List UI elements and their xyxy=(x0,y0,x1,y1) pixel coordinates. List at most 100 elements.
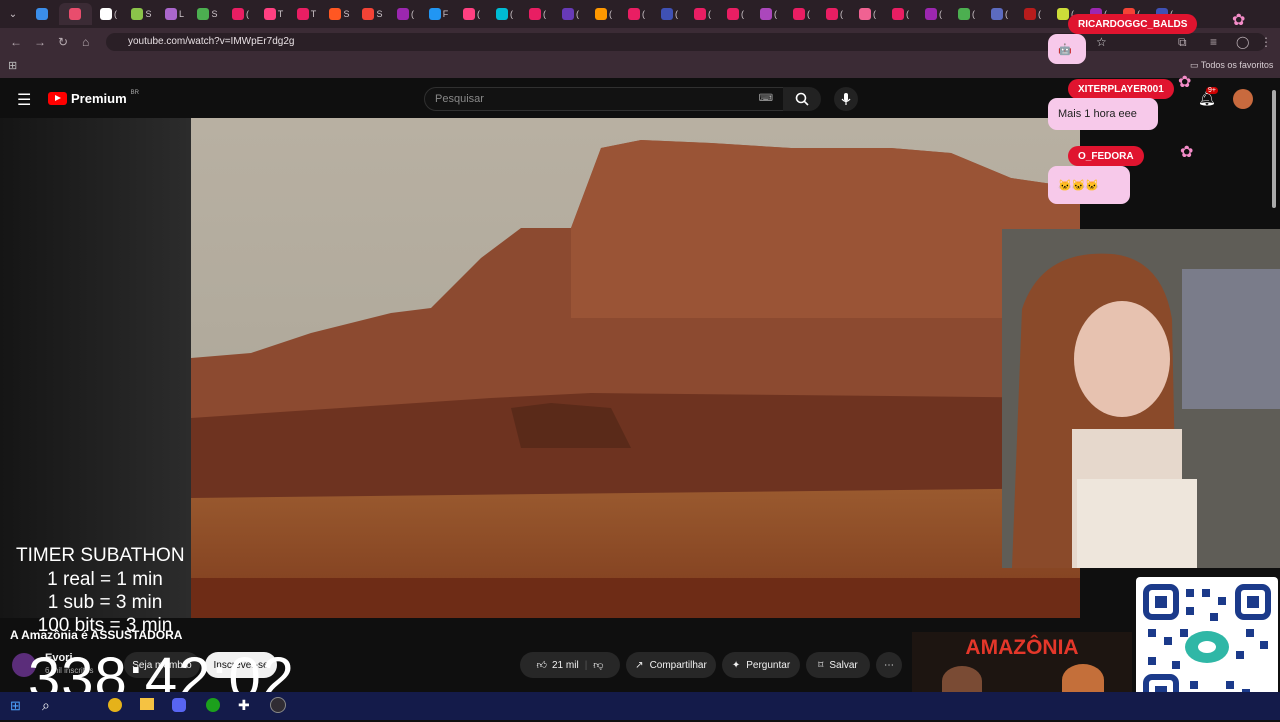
youtube-logo[interactable]: Premium BR xyxy=(48,90,139,106)
browser-tab[interactable] xyxy=(59,3,92,25)
browser-tab[interactable]: T xyxy=(257,3,290,25)
browser-tab[interactable]: ( xyxy=(752,3,785,25)
recommended-thumbnail[interactable]: AMAZÔNIA xyxy=(912,632,1132,692)
tab-favicon-icon xyxy=(397,8,409,20)
keyboard-icon[interactable]: ⌨ xyxy=(759,88,773,110)
share-button[interactable]: ↗ Compartilhar xyxy=(626,652,716,678)
apps-icon[interactable]: ⊞ xyxy=(8,59,17,72)
browser-tab[interactable]: S xyxy=(323,3,356,25)
tab-favicon-icon xyxy=(428,8,441,20)
tab-label: F xyxy=(442,9,449,19)
notifications-button[interactable]: 🔔︎ 9+ xyxy=(1198,87,1218,108)
browser-tab[interactable]: ( xyxy=(950,3,983,25)
thumbs-down-icon: 👎︎ xyxy=(593,660,604,671)
browser-tab[interactable]: ( xyxy=(92,3,125,25)
reload-icon[interactable]: ↻ xyxy=(58,35,68,49)
windows-taskbar: ⊞ ⌕ ✚ xyxy=(0,692,1280,720)
xbox-icon[interactable] xyxy=(206,698,220,712)
search-input[interactable]: Pesquisar ⌨ xyxy=(424,87,784,111)
like-dislike-group: 👍︎ 21 mil | 👎︎ xyxy=(520,652,620,678)
browser-tab[interactable]: ( xyxy=(917,3,950,25)
chat-message: Mais 1 hora eee xyxy=(1048,98,1158,130)
forward-icon[interactable]: → xyxy=(34,35,46,49)
browser-tab[interactable]: ( xyxy=(521,3,554,25)
browser-tab[interactable]: ( xyxy=(587,3,620,25)
tab-label: ( xyxy=(675,9,678,19)
browser-tab[interactable] xyxy=(26,3,59,25)
browser-tab[interactable]: ( xyxy=(653,3,686,25)
dislike-button[interactable]: 👎︎ xyxy=(593,659,603,671)
search-button[interactable] xyxy=(783,87,821,111)
search-icon[interactable]: ⌕ xyxy=(42,697,50,714)
reading-list-icon[interactable]: ≡ xyxy=(1210,35,1217,49)
url-text: youtube.com/watch?v=IMWpEr7dg2g xyxy=(128,36,295,47)
tab-favicon-icon xyxy=(1057,8,1069,20)
tab-label: S xyxy=(376,9,383,19)
bookmark-star-icon[interactable]: ☆ xyxy=(1096,35,1107,49)
browser-tab[interactable]: ( xyxy=(488,3,521,25)
browser-tab[interactable]: ( xyxy=(620,3,653,25)
chat-username: O_FEDORA xyxy=(1068,146,1144,166)
tab-list-button[interactable]: ⌄ xyxy=(0,3,26,25)
browser-tab[interactable]: ( xyxy=(455,3,488,25)
obs-icon[interactable] xyxy=(270,697,286,713)
page-scrollbar[interactable] xyxy=(1272,90,1276,208)
browser-tab[interactable]: ( xyxy=(224,3,257,25)
browser-tab[interactable]: ( xyxy=(719,3,752,25)
home-icon[interactable]: ⌂ xyxy=(82,35,89,49)
browser-tab[interactable]: S xyxy=(356,3,389,25)
timer-rule: 1 sub = 3 min xyxy=(47,592,163,613)
thumbnail-title: AMAZÔNIA xyxy=(965,636,1079,659)
browser-tab[interactable]: S xyxy=(125,3,158,25)
tab-favicon-icon xyxy=(131,8,144,20)
canyon-landscape-image xyxy=(191,118,1080,618)
avatar[interactable] xyxy=(1233,89,1253,109)
sparkle-icon: ✦ xyxy=(731,659,741,671)
browser-tab[interactable]: ( xyxy=(686,3,719,25)
discord-icon[interactable] xyxy=(172,698,186,712)
extensions-icon[interactable]: ⧉ xyxy=(1178,35,1187,50)
save-button[interactable]: ⌑ Salvar xyxy=(806,652,870,678)
thumbnail-person xyxy=(942,666,982,692)
address-bar[interactable]: youtube.com/watch?v=IMWpEr7dg2g xyxy=(106,33,1266,51)
tab-favicon-icon xyxy=(595,8,607,20)
tab-label: ( xyxy=(576,9,579,19)
microphone-icon xyxy=(841,93,851,105)
tab-favicon-icon xyxy=(463,8,475,20)
browser-tab[interactable]: ( xyxy=(1016,3,1049,25)
back-icon[interactable]: ← xyxy=(10,35,22,49)
cat-emote-icon: 🐱🐱🐱 xyxy=(1058,179,1100,192)
browser-tab[interactable]: ( xyxy=(785,3,818,25)
windows-start-icon[interactable]: ⊞ xyxy=(10,698,21,714)
browser-tab[interactable]: ( xyxy=(389,3,422,25)
browser-tab[interactable]: T xyxy=(290,3,323,25)
browser-tab[interactable]: ( xyxy=(983,3,1016,25)
browser-tab[interactable]: ( xyxy=(554,3,587,25)
browser-tab[interactable]: S xyxy=(191,3,224,25)
browser-tab[interactable]: L xyxy=(158,3,191,25)
browser-tab[interactable]: F xyxy=(422,3,455,25)
voice-search-button[interactable] xyxy=(834,87,858,111)
tab-favicon-icon xyxy=(496,8,508,20)
tab-label: L xyxy=(178,9,184,19)
ask-button[interactable]: ✦ Perguntar xyxy=(722,652,800,678)
tab-label: ( xyxy=(642,9,645,19)
tab-favicon-icon xyxy=(826,8,838,20)
folder-icon[interactable] xyxy=(140,698,154,710)
video-player[interactable] xyxy=(191,118,1080,618)
more-actions-button[interactable]: ⋯ xyxy=(876,652,902,678)
timer-title: TIMER SUBATHON xyxy=(16,545,185,566)
game-controller-icon[interactable]: ✚ xyxy=(238,697,250,714)
hamburger-menu-icon[interactable]: ☰ xyxy=(17,90,31,110)
menu-icon[interactable]: ⋮ xyxy=(1260,35,1272,49)
profile-icon[interactable]: ◯ xyxy=(1236,35,1249,49)
browser-tab[interactable]: ( xyxy=(818,3,851,25)
tab-favicon-icon xyxy=(562,8,574,20)
browser-tab[interactable]: ( xyxy=(851,3,884,25)
browser-tab[interactable]: ( xyxy=(884,3,917,25)
like-button[interactable]: 👍︎ 21 mil xyxy=(537,659,579,672)
chrome-icon[interactable] xyxy=(108,698,122,712)
tab-favicon-icon xyxy=(661,8,673,20)
all-bookmarks-folder[interactable]: ▭ Todos os favoritos xyxy=(1190,60,1273,71)
tab-favicon-icon xyxy=(68,8,81,20)
